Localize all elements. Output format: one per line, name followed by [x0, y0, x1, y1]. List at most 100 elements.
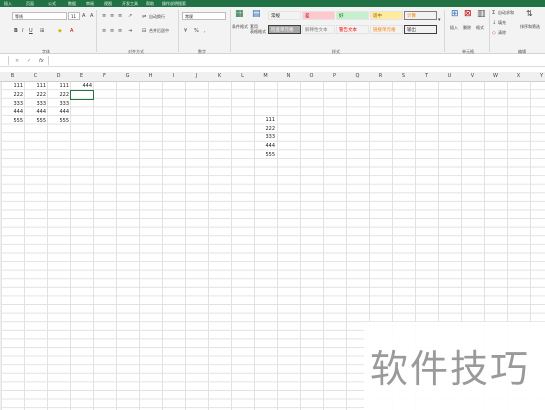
column-header-cell[interactable]: P [323, 72, 346, 81]
style-calculation[interactable]: 计算 [404, 11, 437, 20]
cell[interactable]: 444 [3, 108, 23, 116]
format-as-table-button[interactable]: 套用 表格格式 [250, 24, 266, 34]
align-bottom-icon[interactable]: ≡ [118, 13, 122, 19]
font-color-icon[interactable]: A [70, 28, 73, 34]
comma-icon[interactable]: , [204, 28, 206, 34]
tab-view[interactable]: 视图 [104, 0, 112, 7]
column-header-cell[interactable]: L [231, 72, 254, 81]
cell[interactable]: 333 [255, 133, 275, 141]
cell[interactable]: 444 [26, 108, 46, 116]
style-explanatory[interactable]: 解释性文本 [302, 25, 335, 34]
column-header-cell[interactable]: X [507, 72, 530, 81]
cell[interactable]: 555 [26, 117, 46, 125]
column-header-cell[interactable]: V [461, 72, 484, 81]
insert-button[interactable]: 插入 [450, 25, 458, 31]
cell[interactable]: 111 [255, 116, 275, 124]
column-header-cell[interactable]: C [24, 72, 47, 81]
cell[interactable]: 555 [3, 117, 23, 125]
column-header-cell[interactable]: R [369, 72, 392, 81]
tell-me-search[interactable]: 操作说明搜索 [162, 0, 186, 7]
font-name-select[interactable]: 等线 [12, 12, 67, 20]
autosum-button[interactable]: 自动求和 [498, 10, 514, 16]
formula-input[interactable] [48, 56, 545, 65]
clear-icon[interactable]: ◇ [492, 30, 496, 36]
conditional-format-icon[interactable]: ▦ [235, 10, 244, 19]
insert-function-icon[interactable]: fx [39, 58, 44, 64]
cell[interactable]: 555 [49, 117, 69, 125]
bold-icon[interactable]: B [14, 28, 18, 34]
wrap-text-icon[interactable]: ⇌ [142, 14, 146, 20]
merge-icon[interactable]: ⊟ [142, 28, 146, 34]
underline-icon[interactable]: U [29, 28, 33, 34]
tab-insert[interactable]: 插入 [4, 0, 12, 7]
border-icon[interactable]: ⊞ [40, 28, 44, 34]
cell[interactable]: 222 [26, 91, 46, 99]
column-header-cell[interactable]: E [70, 72, 93, 81]
percent-icon[interactable]: % [194, 28, 199, 34]
fill-color-icon[interactable]: ◆ [58, 28, 62, 34]
column-header-cell[interactable]: S [392, 72, 415, 81]
style-check-cell[interactable]: 检查单元格 [268, 25, 301, 34]
cell[interactable]: 333 [49, 100, 69, 108]
tab-developer[interactable]: 开发工具 [122, 0, 138, 7]
selected-cell[interactable] [70, 90, 94, 100]
name-box[interactable] [0, 56, 9, 65]
conditional-format-button[interactable]: 条件格式 [232, 24, 248, 30]
tab-page-layout[interactable]: 页面 [26, 0, 34, 7]
style-normal[interactable]: 常规 [268, 11, 301, 20]
currency-icon[interactable]: ¥ [184, 28, 187, 34]
font-size-select[interactable]: 11 [68, 12, 80, 20]
sort-filter-button[interactable]: 排序和筛选 [520, 24, 540, 30]
style-warning[interactable]: 警告文本 [336, 25, 369, 34]
column-header-cell[interactable]: K [208, 72, 231, 81]
column-header-cell[interactable]: D [47, 72, 70, 81]
style-linked-cell[interactable]: 链接单元格 [370, 25, 403, 34]
autosum-icon[interactable]: Σ [492, 10, 495, 16]
style-good[interactable]: 好 [336, 11, 369, 20]
insert-cells-icon[interactable]: ⊞ [451, 10, 459, 19]
italic-icon[interactable]: I [22, 28, 23, 34]
tab-formulas[interactable]: 公式 [48, 0, 56, 7]
style-bad[interactable]: 差 [302, 11, 335, 20]
merge-center-button[interactable]: 合并后居中 [149, 28, 169, 34]
cell[interactable]: 333 [3, 100, 23, 108]
number-format-select[interactable]: 常规 [182, 12, 226, 20]
cell[interactable]: 222 [49, 91, 69, 99]
increase-font-icon[interactable]: A [82, 13, 85, 19]
align-center-icon[interactable]: ≡ [110, 28, 114, 34]
style-output[interactable]: 输出 [404, 25, 437, 34]
align-middle-icon[interactable]: ≡ [110, 13, 114, 19]
indent-icon[interactable]: ⇥ [128, 28, 132, 34]
tab-help[interactable]: 帮助 [146, 0, 154, 7]
align-left-icon[interactable]: ≡ [102, 28, 106, 34]
delete-cells-icon[interactable]: ⊠ [464, 10, 472, 19]
format-cells-icon[interactable]: ▥ [477, 10, 486, 19]
column-header-cell[interactable]: T [415, 72, 438, 81]
orientation-icon[interactable]: ↗ [128, 13, 132, 19]
clear-button[interactable]: 清除 [498, 30, 506, 36]
cell[interactable]: 111 [3, 82, 23, 90]
cell[interactable]: 333 [26, 100, 46, 108]
cell[interactable]: 222 [255, 125, 275, 133]
column-header-cell[interactable]: Y [530, 72, 545, 81]
style-neutral[interactable]: 适中 [370, 11, 403, 20]
format-button[interactable]: 格式 [476, 25, 484, 31]
column-header-cell[interactable]: H [139, 72, 162, 81]
wrap-text-button[interactable]: 自动换行 [149, 14, 165, 20]
column-header-cell[interactable]: N [277, 72, 300, 81]
cell[interactable]: 111 [26, 82, 46, 90]
tab-data[interactable]: 数据 [68, 0, 76, 7]
enter-icon[interactable]: ✓ [27, 58, 31, 64]
column-header-cell[interactable]: O [300, 72, 323, 81]
column-header-cell[interactable]: G [116, 72, 139, 81]
column-header-cell[interactable]: J [185, 72, 208, 81]
sort-filter-icon[interactable]: ⇅ [526, 10, 533, 18]
fill-icon[interactable]: ↓ [492, 20, 496, 26]
column-header-cell[interactable]: M [254, 72, 277, 81]
decrease-font-icon[interactable]: A [90, 13, 93, 19]
delete-button[interactable]: 删除 [463, 25, 471, 31]
column-header-cell[interactable]: U [438, 72, 461, 81]
tab-review[interactable]: 审阅 [86, 0, 94, 7]
cell[interactable]: 444 [72, 82, 92, 90]
cancel-icon[interactable]: × [15, 58, 19, 64]
